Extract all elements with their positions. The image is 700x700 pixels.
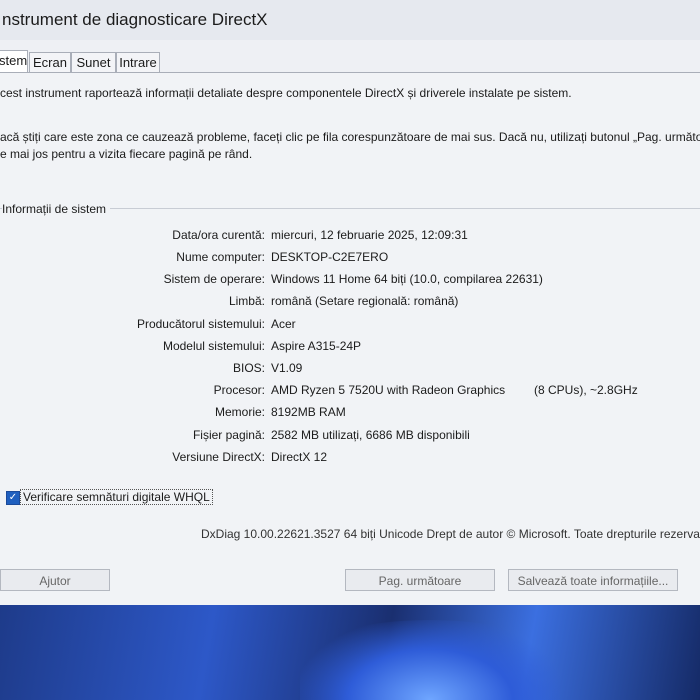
info-value: DESKTOP-C2E7ERO <box>271 250 389 264</box>
info-value: Aspire A315-24P <box>271 339 362 353</box>
checkmark-icon: ✓ <box>8 492 18 503</box>
info-label: Versiune DirectX: <box>172 450 265 464</box>
info-value: română (Setare regională: română) <box>271 294 459 308</box>
wallpaper-bloom <box>300 620 560 700</box>
instructions-line-2: e mai jos pentru a vizita fiecare pagină… <box>0 147 253 161</box>
tab-content-system: cest instrument raportează informații de… <box>0 72 700 606</box>
info-row-model: Modelul sistemului: Aspire A315-24P <box>0 339 700 359</box>
info-label: Producătorul sistemului: <box>136 317 265 331</box>
intro-text: cest instrument raportează informații de… <box>0 86 572 100</box>
title-bar[interactable]: nstrument de diagnosticare DirectX <box>0 0 700 40</box>
info-label: Memorie: <box>214 405 265 419</box>
info-label: Limbă: <box>228 294 265 308</box>
info-value: 2582 MB utilizați, 6686 MB disponibili <box>271 428 470 442</box>
info-value: AMD Ryzen 5 7520U with Radeon Graphics <box>271 383 506 397</box>
info-value: Windows 11 Home 64 biți (10.0, compilare… <box>271 272 543 286</box>
info-label: Data/ora curentă: <box>172 228 265 242</box>
tab-system[interactable]: stem <box>0 50 28 73</box>
info-label: Modelul sistemului: <box>162 339 265 353</box>
info-value: Acer <box>271 317 296 331</box>
info-label: Procesor: <box>213 383 265 397</box>
info-label: Nume computer: <box>176 250 265 264</box>
info-row-manufacturer: Producătorul sistemului: Acer <box>0 317 700 337</box>
info-row-directx: Versiune DirectX: DirectX 12 <box>0 450 700 470</box>
info-row-language: Limbă: română (Setare regională: română) <box>0 294 700 314</box>
window-title: nstrument de diagnosticare DirectX <box>2 10 268 29</box>
whql-checkbox-label[interactable]: Verificare semnături digitale WHQL <box>20 489 213 505</box>
info-value: DirectX 12 <box>271 450 328 464</box>
whql-checkbox[interactable]: ✓ <box>6 491 20 505</box>
info-value: V1.09 <box>271 361 303 375</box>
info-row-computer-name: Nume computer: DESKTOP-C2E7ERO <box>0 250 700 270</box>
processor-cpus: (8 CPUs), ~2.8GHz <box>534 383 638 397</box>
info-row-memory: Memorie: 8192MB RAM <box>0 405 700 425</box>
info-value: 8192MB RAM <box>271 405 346 419</box>
info-label: Fișier pagină: <box>192 428 265 442</box>
instructions-line-1: acă știți care este zona ce cauzează pro… <box>0 130 700 144</box>
info-value: miercuri, 12 februarie 2025, 12:09:31 <box>271 228 468 242</box>
info-row-pagefile: Fișier pagină: 2582 MB utilizați, 6686 M… <box>0 428 700 448</box>
version-copyright-text: DxDiag 10.00.22621.3527 64 biți Unicode … <box>201 527 700 541</box>
info-row-datetime: Data/ora curentă: miercuri, 12 februarie… <box>0 228 700 248</box>
tab-input[interactable]: Intrare <box>116 52 160 72</box>
save-all-info-button[interactable]: Salvează toate informațiile... <box>508 569 678 591</box>
tab-sound[interactable]: Sunet <box>71 52 116 72</box>
instructions-text: acă știți care este zona ce cauzează pro… <box>0 129 700 163</box>
tab-display[interactable]: Ecran <box>29 52 71 72</box>
info-label: BIOS: <box>232 361 265 375</box>
info-label: Sistem de operare: <box>163 272 265 286</box>
next-page-button[interactable]: Pag. următoare <box>345 569 495 591</box>
info-row-processor: Procesor: AMD Ryzen 5 7520U with Radeon … <box>0 383 700 403</box>
info-row-os: Sistem de operare: Windows 11 Home 64 bi… <box>0 272 700 292</box>
system-info-group-title: Informații de sistem <box>2 202 111 216</box>
dxdiag-window: nstrument de diagnosticare DirectX stem … <box>0 0 700 606</box>
info-row-bios: BIOS: V1.09 <box>0 361 700 381</box>
help-button[interactable]: Ajutor <box>0 569 110 591</box>
